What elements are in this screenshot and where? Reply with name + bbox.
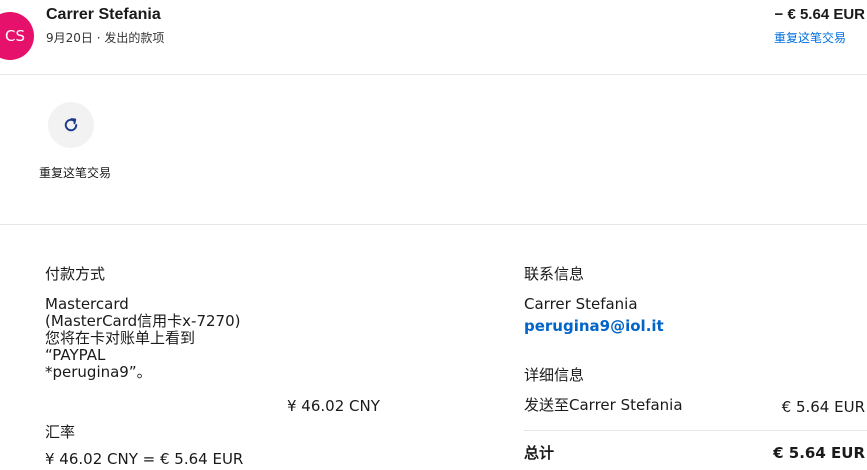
payment-method-heading: 付款方式	[45, 265, 106, 283]
divider	[0, 74, 867, 75]
sent-to-amount: € 5.64 EUR	[781, 398, 865, 416]
transaction-subtitle: 9月20日 · 发出的款项	[46, 31, 165, 45]
transaction-amount: − € 5.64 EUR	[774, 6, 865, 23]
contact-name: Carrer Stefania	[524, 295, 638, 313]
payment-line: 您将在卡对账单上看到	[45, 329, 196, 347]
repeat-transaction-link[interactable]: 重复这笔交易	[774, 29, 846, 46]
divider	[524, 430, 867, 431]
exchange-rate-heading: 汇率	[45, 423, 76, 441]
contact-heading: 联系信息	[524, 265, 585, 283]
exchange-rate-value: ¥ 46.02 CNY = € 5.64 EUR	[45, 450, 244, 468]
total-label: 总计	[524, 444, 555, 462]
details-heading: 详细信息	[524, 366, 585, 384]
sent-to-label: 发送至Carrer Stefania	[524, 396, 683, 414]
payment-line: Mastercard	[45, 295, 129, 313]
avatar-initials: CS	[5, 27, 25, 45]
payment-line: (MasterCard信用卡x-7270)	[45, 312, 241, 330]
divider	[0, 224, 867, 225]
avatar: CS	[0, 12, 34, 60]
payment-line: “PAYPAL	[45, 346, 106, 364]
payment-method-details: Mastercard (MasterCard信用卡x-7270) 您将在卡对账单…	[45, 296, 240, 381]
payment-line: *perugina9”。	[45, 363, 152, 381]
counterparty-name: Carrer Stefania	[46, 6, 161, 23]
refresh-icon	[64, 118, 78, 132]
repeat-transaction-label: 重复这笔交易	[38, 166, 111, 180]
contact-email-link[interactable]: perugina9@iol.it	[524, 317, 664, 335]
total-amount: € 5.64 EUR	[773, 444, 865, 462]
repeat-transaction-button[interactable]	[48, 102, 94, 148]
payment-amount: ¥ 46.02 CNY	[287, 397, 380, 415]
